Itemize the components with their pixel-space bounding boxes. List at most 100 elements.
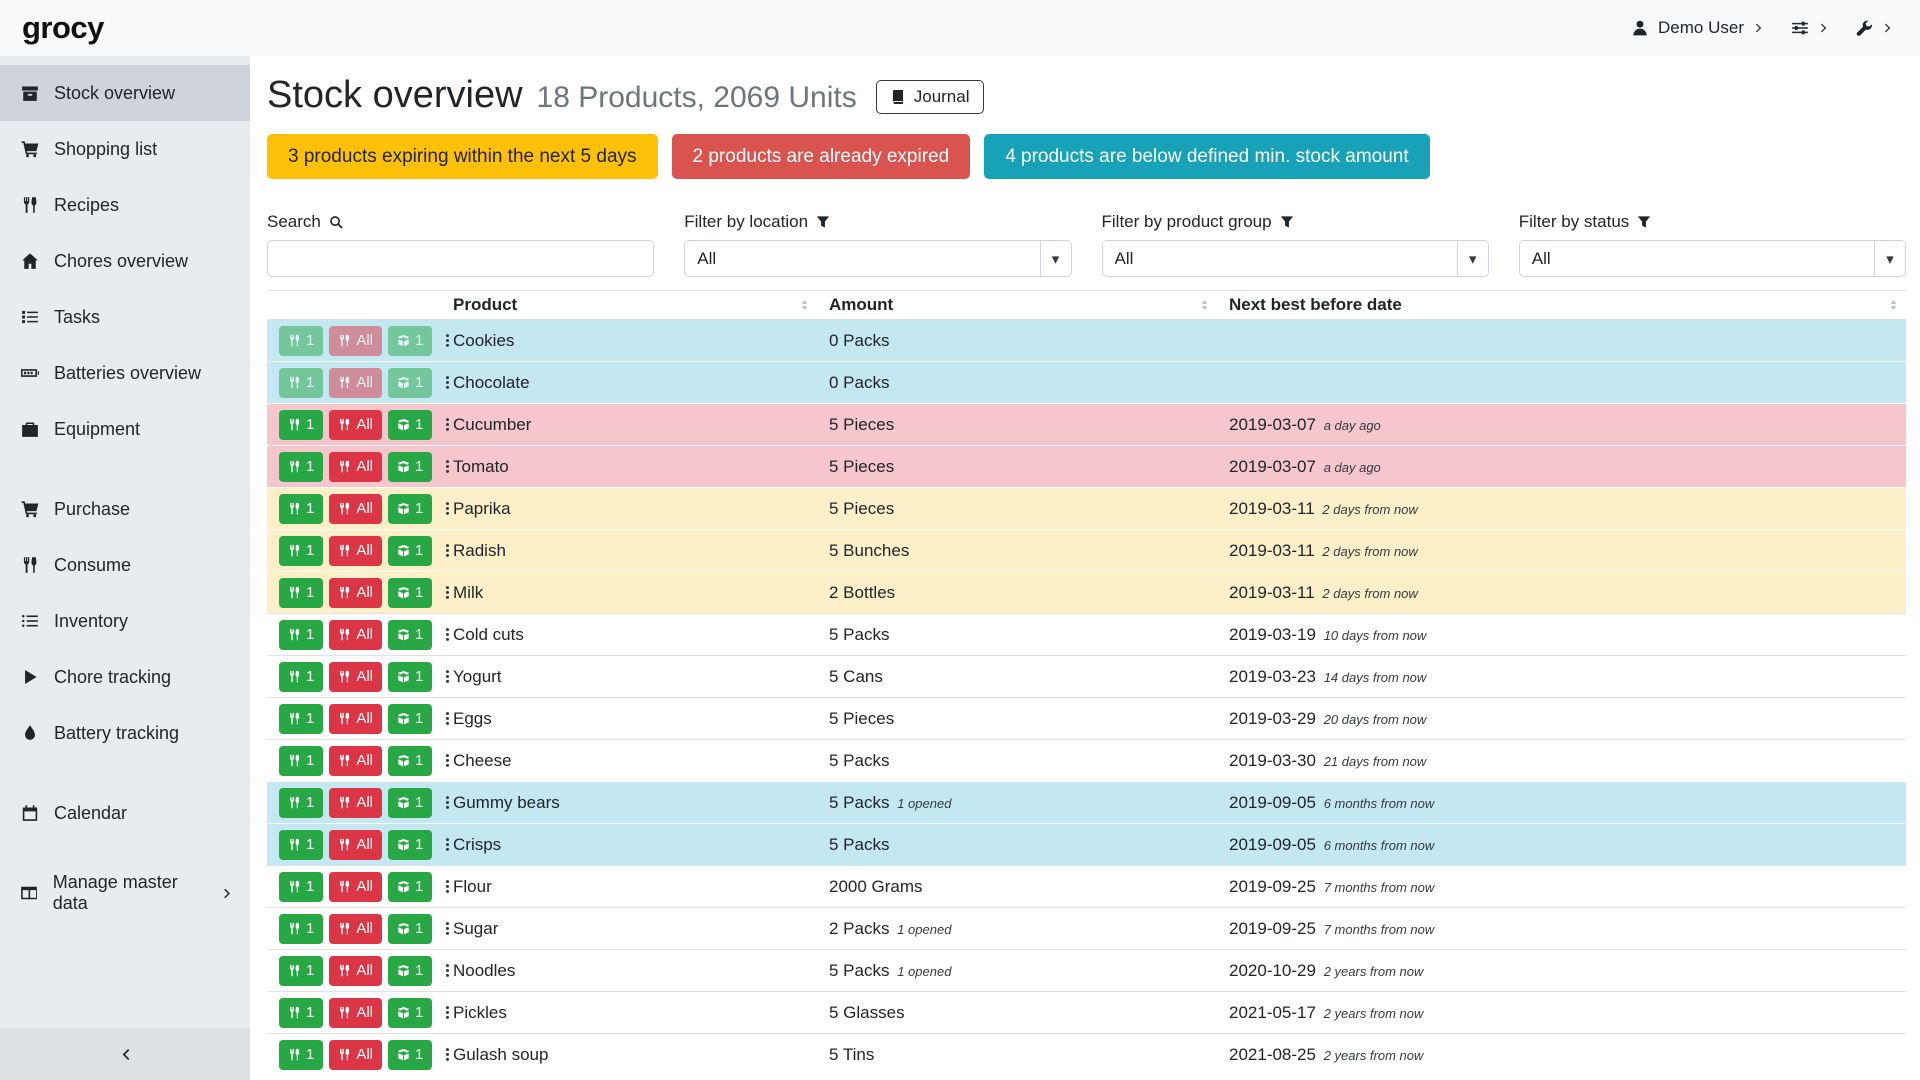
consume-one-button[interactable]: 1 [279,746,323,776]
sidebar-item-equipment[interactable]: Equipment [0,401,250,457]
product-group-filter-select[interactable]: All [1102,240,1489,277]
page-subtitle: 18 Products, 2069 Units [537,75,857,121]
sidebar-item-recipes[interactable]: Recipes [0,177,250,233]
consume-all-button[interactable]: All [329,410,382,440]
consume-one-button[interactable]: 1 [279,998,323,1028]
consume-all-button[interactable]: All [329,368,382,398]
table-row: 1All1Pickles5 Glasses2021-05-17 2 years … [267,992,1906,1034]
open-one-button[interactable]: 1 [388,704,432,734]
sidebar-item-manage-master-data[interactable]: Manage master data [0,865,250,921]
consume-one-button[interactable]: 1 [279,662,323,692]
amount-column-header[interactable]: Amount [817,291,1217,320]
product-column-header[interactable]: Product [441,291,817,320]
consume-all-button[interactable]: All [329,1040,382,1070]
search-input[interactable] [267,240,654,277]
bbd-column-header[interactable]: Next best before date [1217,291,1906,320]
sidebar-item-calendar[interactable]: Calendar [0,785,250,841]
open-one-button[interactable]: 1 [388,956,432,986]
consume-one-button[interactable]: 1 [279,452,323,482]
open-one-button[interactable]: 1 [388,536,432,566]
consume-one-button[interactable]: 1 [279,410,323,440]
bbd-cell: 2019-03-23 14 days from now [1217,656,1906,698]
admin-menu[interactable] [1856,20,1894,37]
consume-one-button[interactable]: 1 [279,1040,323,1070]
bbd-note: 2 days from now [1322,502,1417,517]
location-filter-select[interactable]: All [684,240,1071,277]
alert-danger-button[interactable]: 2 products are already expired [672,134,971,179]
consume-one-button[interactable]: 1 [279,788,323,818]
sidebar-item-batteries-overview[interactable]: Batteries overview [0,345,250,401]
consume-all-button[interactable]: All [329,536,382,566]
consume-one-button[interactable]: 1 [279,368,323,398]
consume-one-button[interactable]: 1 [279,872,323,902]
consume-one-button[interactable]: 1 [279,578,323,608]
filters-row: Search Filter by location All Filter by … [267,212,1906,277]
open-one-button[interactable]: 1 [388,326,432,356]
consume-all-button[interactable]: All [329,326,382,356]
consume-all-button[interactable]: All [329,998,382,1028]
consume-one-button[interactable]: 1 [279,704,323,734]
sidebar-item-tasks[interactable]: Tasks [0,289,250,345]
sidebar-gap [0,841,250,865]
consume-all-button[interactable]: All [329,746,382,776]
open-one-button[interactable]: 1 [388,662,432,692]
consume-one-button[interactable]: 1 [279,494,323,524]
open-one-button[interactable]: 1 [388,788,432,818]
consume-all-button[interactable]: All [329,788,382,818]
consume-all-button[interactable]: All [329,956,382,986]
open-one-button[interactable]: 1 [388,494,432,524]
sidebar-item-chores-overview[interactable]: Chores overview [0,233,250,289]
consume-one-button[interactable]: 1 [279,830,323,860]
consume-all-button[interactable]: All [329,830,382,860]
sidebar-item-chore-tracking[interactable]: Chore tracking [0,649,250,705]
consume-all-button[interactable]: All [329,494,382,524]
settings-menu[interactable] [1791,19,1830,37]
sidebar-item-consume[interactable]: Consume [0,537,250,593]
app-logo[interactable]: grocy [22,10,104,46]
sidebar-item-purchase[interactable]: Purchase [0,481,250,537]
consume-all-button[interactable]: All [329,704,382,734]
journal-book-icon [890,89,906,105]
consume-all-button[interactable]: All [329,914,382,944]
utensils-icon [338,376,351,389]
consume-all-button[interactable]: All [329,872,382,902]
sidebar-item-stock-overview[interactable]: Stock overview [0,65,250,121]
consume-one-button[interactable]: 1 [279,326,323,356]
alert-info-button[interactable]: 4 products are below defined min. stock … [984,134,1429,179]
open-one-button[interactable]: 1 [388,914,432,944]
user-menu[interactable]: Demo User [1631,18,1765,38]
filter-icon [816,215,830,229]
box-open-icon [397,544,410,557]
consume-one-button[interactable]: 1 [279,536,323,566]
consume-all-button[interactable]: All [329,662,382,692]
consume-one-button[interactable]: 1 [279,914,323,944]
sidebar-item-inventory[interactable]: Inventory [0,593,250,649]
open-one-button[interactable]: 1 [388,1040,432,1070]
sidebar-collapse-button[interactable] [0,1028,250,1080]
consume-one-button[interactable]: 1 [279,620,323,650]
sidebar-item-shopping-list[interactable]: Shopping list [0,121,250,177]
open-one-button[interactable]: 1 [388,452,432,482]
open-one-button[interactable]: 1 [388,620,432,650]
open-one-button[interactable]: 1 [388,578,432,608]
alert-warning-button[interactable]: 3 products expiring within the next 5 da… [267,134,658,179]
location-filter-group: Filter by location All [684,212,1071,277]
sidebar-item-battery-tracking[interactable]: Battery tracking [0,705,250,761]
consume-all-button[interactable]: All [329,452,382,482]
utensils-icon [338,670,351,683]
open-one-button[interactable]: 1 [388,410,432,440]
open-one-button[interactable]: 1 [388,998,432,1028]
table-header-row: Product Amount Next best before date [267,291,1906,320]
consume-all-button[interactable]: All [329,620,382,650]
open-one-button[interactable]: 1 [388,746,432,776]
box-icon [19,84,41,102]
box-open-icon [397,376,410,389]
consume-one-button[interactable]: 1 [279,956,323,986]
bbd-column-label: Next best before date [1229,295,1402,314]
open-one-button[interactable]: 1 [388,830,432,860]
consume-all-button[interactable]: All [329,578,382,608]
open-one-button[interactable]: 1 [388,368,432,398]
open-one-button[interactable]: 1 [388,872,432,902]
journal-button[interactable]: Journal [876,80,984,114]
status-filter-select[interactable]: All [1519,240,1906,277]
